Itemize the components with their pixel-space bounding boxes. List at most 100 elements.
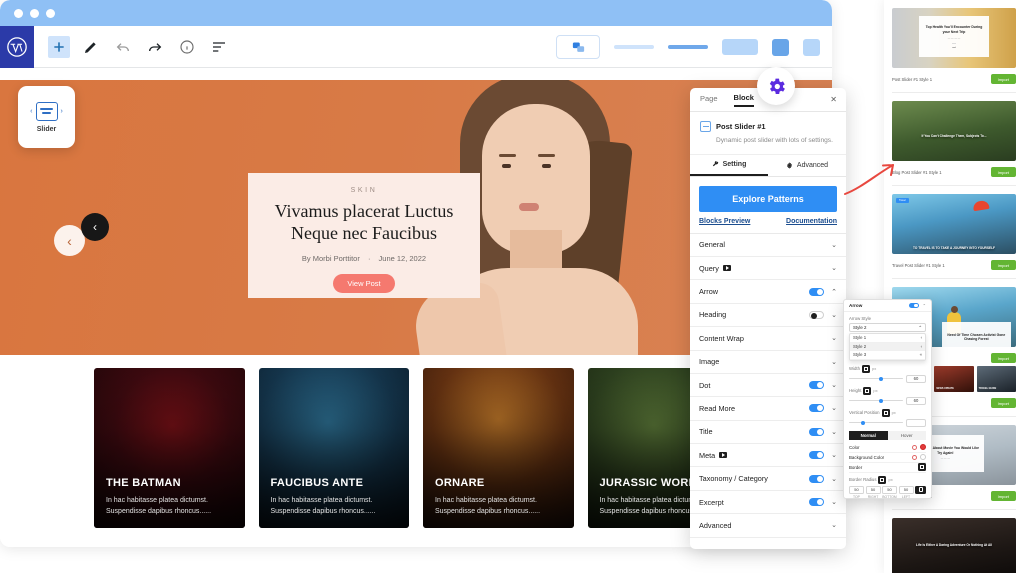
chevron-down-icon[interactable]: ⌄ bbox=[830, 241, 837, 249]
option-style-1[interactable]: Style 1 ‹ bbox=[850, 334, 925, 343]
responsive-icon[interactable] bbox=[881, 408, 890, 417]
width-input[interactable]: 60 bbox=[906, 374, 926, 383]
import-button[interactable]: Import bbox=[990, 398, 1016, 408]
vpos-input[interactable] bbox=[906, 418, 926, 427]
radius-bottom[interactable]: 50 BOTTOM bbox=[882, 485, 897, 498]
setting-row-heading[interactable]: Heading ⌄ bbox=[690, 304, 846, 328]
setting-row-title[interactable]: Title ⌄ bbox=[690, 421, 846, 445]
option-style-2[interactable]: Style 2 ‹ bbox=[850, 342, 925, 351]
pattern-tile[interactable]: TRAVEL GUIDE bbox=[976, 366, 1016, 392]
radius-left[interactable]: 50 LEFT bbox=[898, 485, 914, 498]
responsive-icon[interactable] bbox=[861, 364, 870, 373]
setting-row-advanced[interactable]: Advanced ⌄ bbox=[690, 514, 846, 538]
read-more-toggle[interactable] bbox=[809, 404, 824, 413]
setting-row-arrow[interactable]: Arrow ⌃ bbox=[690, 280, 846, 304]
dot-toggle[interactable] bbox=[809, 381, 824, 390]
responsive-icon[interactable] bbox=[863, 386, 872, 395]
skeleton-square-1[interactable] bbox=[772, 38, 789, 56]
setting-row-general[interactable]: General ⌄ bbox=[690, 234, 846, 257]
subtab-advanced[interactable]: Advanced bbox=[768, 155, 846, 176]
option-style-3[interactable]: Style 3 « bbox=[850, 351, 925, 360]
pattern-tile[interactable]: NEWS UPDATE bbox=[934, 366, 974, 392]
chevron-down-icon[interactable]: ⌄ bbox=[830, 475, 837, 483]
arrow-style-select[interactable]: Style 2 ⌃ bbox=[849, 323, 926, 332]
chevron-down-icon[interactable]: ⌄ bbox=[830, 334, 837, 342]
pattern-item[interactable]: Life Is Either A Daring Adventure Or Not… bbox=[884, 510, 1024, 573]
border-settings-icon[interactable] bbox=[918, 463, 926, 471]
chevron-down-icon[interactable]: ⌄ bbox=[830, 264, 837, 272]
video-icon[interactable] bbox=[719, 452, 728, 459]
view-post-button[interactable]: View Post bbox=[333, 273, 395, 293]
wordpress-logo-icon[interactable] bbox=[0, 25, 34, 68]
color-swatch[interactable] bbox=[920, 444, 926, 450]
chevron-down-icon[interactable]: ⌄ bbox=[830, 521, 837, 529]
explore-patterns-button[interactable]: Explore Patterns bbox=[699, 185, 837, 212]
redo-icon[interactable] bbox=[144, 36, 166, 58]
pattern-item[interactable]: If You Can't Challenge Them, Subjects To… bbox=[884, 93, 1024, 186]
setting-row-read-more[interactable]: Read More ⌄ bbox=[690, 397, 846, 421]
chevron-up-icon[interactable]: ⌃ bbox=[830, 288, 837, 296]
import-button[interactable]: Import bbox=[990, 74, 1016, 84]
title-toggle[interactable] bbox=[809, 427, 824, 436]
setting-row-dot[interactable]: Dot ⌄ bbox=[690, 374, 846, 398]
pencil-icon[interactable] bbox=[80, 36, 102, 58]
pattern-item[interactable]: Travel TO TRAVEL IS TO TAKE A JOURNEY IN… bbox=[884, 186, 1024, 279]
reset-icon[interactable] bbox=[912, 454, 917, 460]
chevron-down-icon[interactable]: ⌄ bbox=[830, 404, 837, 412]
width-slider[interactable] bbox=[849, 376, 903, 382]
subtab-setting[interactable]: Setting bbox=[690, 155, 768, 176]
video-icon[interactable] bbox=[722, 265, 731, 272]
pattern-thumbnail[interactable]: Top Health You'll Encounter During your … bbox=[892, 8, 1016, 68]
chevron-down-icon[interactable]: ⌄ bbox=[830, 311, 837, 319]
post-card[interactable]: FAUCIBUS ANTE In hac habitasse platea di… bbox=[258, 368, 409, 528]
setting-row-query[interactable]: Query ⌄ bbox=[690, 257, 846, 281]
radius-top-input[interactable]: 50 bbox=[849, 485, 864, 494]
grid-prev-arrow[interactable]: ‹ bbox=[81, 213, 109, 241]
arrow-toggle[interactable] bbox=[809, 287, 824, 296]
chevron-up-icon[interactable]: ⌃ bbox=[923, 303, 926, 308]
heading-toggle[interactable] bbox=[809, 310, 824, 319]
chevron-down-icon[interactable]: ⌄ bbox=[830, 381, 837, 389]
link-values-icon[interactable] bbox=[915, 485, 926, 494]
list-view-icon[interactable] bbox=[208, 36, 230, 58]
radius-right-input[interactable]: 50 bbox=[865, 485, 881, 494]
setting-row-image[interactable]: Image ⌄ bbox=[690, 351, 846, 374]
vpos-slider[interactable] bbox=[849, 420, 903, 426]
chevron-down-icon[interactable]: ⌄ bbox=[830, 498, 837, 506]
slider-block-badge[interactable]: ‹ › Slider bbox=[18, 86, 75, 148]
taxonomy-toggle[interactable] bbox=[809, 474, 824, 483]
chevron-down-icon[interactable]: ⌄ bbox=[830, 428, 837, 436]
post-card[interactable]: ORNARE In hac habitasse platea dictumst.… bbox=[423, 368, 574, 528]
meta-toggle[interactable] bbox=[809, 451, 824, 460]
pattern-thumbnail[interactable]: Life Is Either A Daring Adventure Or Not… bbox=[892, 518, 1016, 573]
setting-row-meta[interactable]: Meta ⌄ bbox=[690, 444, 846, 468]
view-mode-button[interactable] bbox=[556, 35, 600, 59]
state-hover-tab[interactable]: Hover bbox=[887, 430, 926, 440]
window-maximize-dot[interactable] bbox=[46, 8, 55, 18]
post-card[interactable]: THE BATMAN In hac habitasse platea dictu… bbox=[94, 368, 245, 528]
responsive-icon[interactable] bbox=[878, 475, 887, 484]
import-button[interactable]: Import bbox=[990, 260, 1016, 270]
pattern-item[interactable]: Top Health You'll Encounter During your … bbox=[884, 0, 1024, 93]
pattern-thumbnail[interactable]: Travel TO TRAVEL IS TO TAKE A JOURNEY IN… bbox=[892, 194, 1016, 254]
excerpt-toggle[interactable] bbox=[809, 498, 824, 507]
skeleton-square-2[interactable] bbox=[803, 38, 820, 56]
import-button[interactable]: Import bbox=[990, 491, 1016, 501]
undo-icon[interactable] bbox=[112, 36, 134, 58]
setting-row-excerpt[interactable]: Excerpt ⌄ bbox=[690, 491, 846, 515]
pattern-thumbnail[interactable]: If You Can't Challenge Them, Subjects To… bbox=[892, 101, 1016, 161]
close-icon[interactable]: ✕ bbox=[830, 95, 837, 104]
radius-top[interactable]: 50 TOP bbox=[849, 485, 864, 498]
background-color-swatch[interactable] bbox=[920, 454, 926, 460]
import-button[interactable]: Import bbox=[990, 353, 1016, 363]
settings-gear-button[interactable] bbox=[757, 67, 795, 105]
height-input[interactable]: 60 bbox=[906, 396, 926, 405]
height-slider[interactable] bbox=[849, 398, 903, 404]
reset-icon[interactable] bbox=[912, 444, 917, 450]
import-button[interactable]: Import bbox=[990, 167, 1016, 177]
skeleton-chip[interactable] bbox=[722, 39, 758, 55]
chevron-down-icon[interactable]: ⌄ bbox=[830, 451, 837, 459]
tab-page[interactable]: Page bbox=[700, 94, 718, 106]
info-icon[interactable] bbox=[176, 36, 198, 58]
radius-left-input[interactable]: 50 bbox=[898, 485, 914, 494]
